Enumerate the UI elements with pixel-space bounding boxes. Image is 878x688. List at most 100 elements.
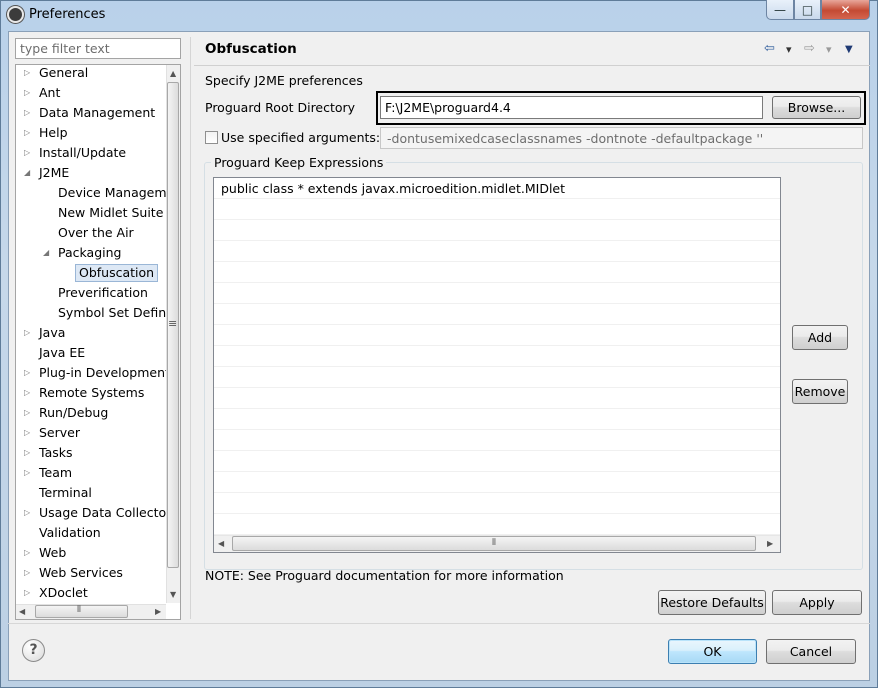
table-row[interactable] [214, 346, 780, 367]
tree-item-label: Validation [39, 525, 101, 540]
expand-arrow-icon[interactable]: ▷ [24, 404, 34, 422]
table-row[interactable] [214, 388, 780, 409]
expand-arrow-icon[interactable]: ▷ [24, 124, 34, 142]
arguments-input: -dontusemixedcaseclassnames -dontnote -d… [380, 127, 863, 149]
remove-button[interactable]: Remove [792, 379, 848, 404]
add-button[interactable]: Add [792, 325, 848, 350]
table-scroll-right-icon[interactable]: ▶ [767, 539, 773, 548]
ok-button[interactable]: OK [668, 639, 757, 664]
expand-arrow-icon[interactable]: ▷ [24, 584, 34, 602]
restore-defaults-button[interactable]: Restore Defaults [658, 590, 766, 615]
expand-arrow-icon[interactable]: ▷ [24, 384, 34, 402]
table-scroll-thumb[interactable]: ⦀ [232, 536, 756, 551]
minimize-button[interactable]: — [766, 0, 794, 20]
back-menu-chevron-icon[interactable]: ▾ [786, 43, 792, 56]
close-icon: ✕ [840, 2, 851, 17]
expand-arrow-icon[interactable]: ▷ [24, 364, 34, 382]
tree-item-label: Java [39, 325, 66, 340]
keep-expressions-group-title: Proguard Keep Expressions [211, 155, 387, 170]
table-row[interactable] [214, 451, 780, 472]
expand-arrow-icon[interactable]: ▷ [24, 464, 34, 482]
close-button[interactable]: ✕ [821, 0, 870, 20]
use-arguments-label: Use specified arguments: [221, 130, 381, 145]
scroll-up-arrow-icon[interactable]: ▲ [170, 69, 176, 78]
table-row[interactable] [214, 514, 780, 535]
filter-input[interactable]: type filter text [15, 38, 181, 59]
expand-arrow-icon[interactable]: ▷ [24, 424, 34, 442]
view-menu-icon[interactable]: ▼ [845, 44, 853, 55]
expand-arrow-icon[interactable]: ▷ [24, 504, 34, 522]
h-scroll-grip-icon: ⦀ [77, 605, 81, 615]
tree-item-label: Team [39, 465, 73, 480]
table-row[interactable] [214, 241, 780, 262]
tree-horizontal-scroll-thumb[interactable] [35, 605, 128, 618]
scroll-left-arrow-icon[interactable]: ◀ [19, 607, 25, 616]
tree-item-label: Web Services [39, 565, 123, 580]
expand-arrow-icon[interactable]: ▷ [24, 64, 34, 82]
tree-item-label: Web [39, 545, 67, 560]
expand-arrow-icon[interactable]: ▷ [24, 84, 34, 102]
tree-item-label: Plug-in Development [39, 365, 170, 380]
table-row[interactable] [214, 262, 780, 283]
table-row[interactable] [214, 430, 780, 451]
tree-item-label: Symbol Set Definit [58, 305, 175, 320]
table-row[interactable] [214, 220, 780, 241]
help-icon[interactable]: ? [22, 639, 45, 662]
eclipse-app-icon [7, 6, 24, 23]
intro-text: Specify J2ME preferences [205, 73, 363, 88]
table-row[interactable] [214, 367, 780, 388]
tree-item-label: Remote Systems [39, 385, 145, 400]
forward-menu-chevron-icon: ▾ [826, 43, 832, 56]
tree-item-label: Usage Data Collector [39, 505, 172, 520]
collapse-arrow-icon[interactable]: ◢ [43, 244, 53, 262]
tree-item-label: XDoclet [39, 585, 88, 600]
expand-arrow-icon[interactable]: ▷ [24, 444, 34, 462]
scroll-grip-icon: ≡ [168, 317, 178, 330]
table-row[interactable] [214, 493, 780, 514]
use-arguments-checkbox[interactable] [205, 131, 218, 144]
header-separator [194, 65, 870, 66]
tree-item-label: Preverification [58, 285, 148, 300]
table-row[interactable] [214, 304, 780, 325]
expand-arrow-icon[interactable]: ▷ [24, 144, 34, 162]
expand-arrow-icon[interactable]: ▷ [24, 104, 34, 122]
table-scroll-left-icon[interactable]: ◀ [218, 539, 224, 548]
table-row[interactable] [214, 325, 780, 346]
footer-separator [8, 623, 870, 624]
panel-sash[interactable] [190, 37, 194, 619]
forward-arrow-icon: ⇨ [804, 41, 815, 56]
tree-item-label: Data Management [39, 105, 156, 120]
tree-item-label: Ant [39, 85, 61, 100]
tree-item-label: Terminal [39, 485, 92, 500]
table-row[interactable] [214, 409, 780, 430]
back-arrow-icon[interactable]: ⇦ [764, 41, 775, 56]
tree-item-label: General [39, 65, 89, 80]
tree-item-label: Install/Update [39, 145, 127, 160]
scroll-down-arrow-icon[interactable]: ▼ [170, 590, 176, 599]
expand-arrow-icon[interactable]: ▷ [24, 564, 34, 582]
table-row[interactable]: public class * extends javax.microeditio… [214, 178, 780, 199]
tree-item-label: J2ME [39, 165, 70, 180]
window-title: Preferences [29, 7, 106, 22]
root-dir-label: Proguard Root Directory [205, 100, 356, 115]
table-row[interactable] [214, 199, 780, 220]
tree-item-label: Packaging [58, 245, 122, 260]
tree-item-label: Obfuscation [75, 264, 159, 282]
collapse-arrow-icon[interactable]: ◢ [24, 164, 34, 182]
table-row[interactable] [214, 472, 780, 493]
note-text: NOTE: See Proguard documentation for mor… [205, 568, 564, 583]
expand-arrow-icon[interactable]: ▷ [24, 544, 34, 562]
minimize-icon: — [774, 2, 786, 17]
table-row[interactable] [214, 283, 780, 304]
tree-item-label: Device Manageme [58, 185, 175, 200]
maximize-button[interactable]: □ [794, 0, 821, 20]
tree-item-label: Server [39, 425, 80, 440]
expand-arrow-icon[interactable]: ▷ [24, 324, 34, 342]
apply-button[interactable]: Apply [772, 590, 862, 615]
maximize-icon: □ [801, 2, 814, 17]
tree-item-label: Help [39, 125, 68, 140]
tree-item-label: Java EE [39, 345, 86, 360]
tree-item-label: Run/Debug [39, 405, 109, 420]
scroll-right-arrow-icon[interactable]: ▶ [155, 607, 161, 616]
cancel-button[interactable]: Cancel [766, 639, 856, 664]
